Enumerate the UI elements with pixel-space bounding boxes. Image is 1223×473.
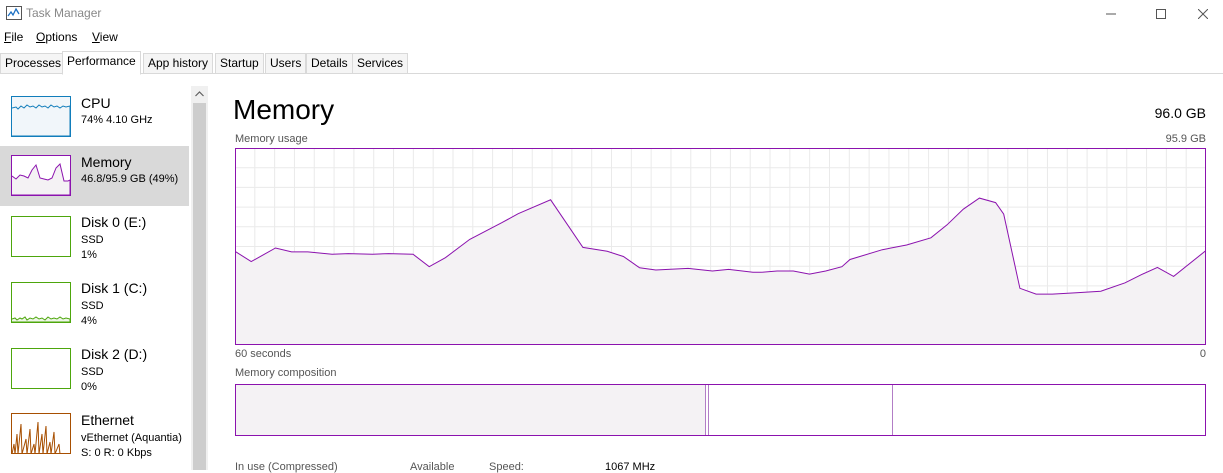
disk-2-label: Disk 2 (D:) [81, 346, 148, 362]
sidebar-item-disk-1[interactable]: Disk 1 (C:) SSD 4% [0, 274, 189, 336]
sidebar-item-cpu[interactable]: CPU 74% 4.10 GHz [0, 86, 189, 144]
tab-bar: Processes Performance App history Startu… [0, 51, 1223, 75]
in-use-compressed-label: In use (Compressed) [235, 461, 338, 473]
memory-label: Memory [81, 154, 132, 170]
sidebar-item-disk-0[interactable]: Disk 0 (E:) SSD 1% [0, 208, 189, 270]
time-right-label: 0 [1199, 348, 1206, 360]
title-bar: Task Manager [0, 0, 1223, 28]
menu-options[interactable]: Options [36, 30, 77, 44]
task-manager-icon [6, 6, 22, 20]
cpu-detail: 74% 4.10 GHz [81, 114, 153, 126]
disk-2-thumbnail [11, 348, 71, 389]
page-title: Memory [233, 94, 335, 125]
memory-detail: 46.8/95.9 GB (49%) [81, 173, 179, 185]
composition-standby[interactable] [709, 385, 893, 435]
disk-0-usage: 1% [81, 249, 97, 261]
sidebar-item-disk-2[interactable]: Disk 2 (D:) SSD 0% [0, 340, 189, 402]
tab-startup[interactable]: Startup [215, 53, 264, 74]
usage-max-label: 95.9 GB [1165, 133, 1206, 145]
menu-view[interactable]: View [92, 30, 118, 44]
menu-file[interactable]: File [4, 30, 23, 44]
speed-value: 1067 MHz [605, 461, 656, 473]
composition-label: Memory composition [235, 367, 337, 379]
close-icon [1198, 9, 1208, 19]
minimize-button[interactable] [1088, 0, 1134, 28]
cpu-label: CPU [81, 95, 111, 111]
sidebar-item-ethernet[interactable]: Ethernet vEthernet (Aquantia) S: 0 R: 0 … [0, 406, 189, 470]
window-title: Task Manager [26, 6, 102, 20]
memory-composition-bar [235, 384, 1206, 436]
minimize-icon [1106, 13, 1116, 15]
tab-app-history[interactable]: App history [143, 53, 214, 74]
time-left-label: 60 seconds [235, 348, 292, 360]
speed-label: Speed: [489, 461, 524, 473]
usage-label: Memory usage [235, 133, 308, 145]
tab-processes[interactable]: Processes [0, 53, 67, 74]
disk-1-label: Disk 1 (C:) [81, 280, 148, 296]
sidebar-item-memory[interactable]: Memory 46.8/95.9 GB (49%) [0, 146, 189, 206]
memory-usage-graph [235, 148, 1206, 345]
disk-1-thumbnail [11, 282, 71, 323]
tab-details[interactable]: Details [306, 53, 353, 74]
disk-2-usage: 0% [81, 381, 97, 393]
ethernet-thumbnail [11, 413, 71, 454]
ethernet-label: Ethernet [81, 412, 134, 428]
total-memory: 96.0 GB [1154, 105, 1206, 121]
tab-performance[interactable]: Performance [62, 51, 141, 75]
scroll-thumb[interactable] [193, 103, 206, 470]
disk-1-usage: 4% [81, 315, 97, 327]
cpu-thumbnail [11, 96, 71, 137]
disk-2-type: SSD [81, 366, 104, 378]
disk-0-label: Disk 0 (E:) [81, 214, 147, 230]
disk-1-type: SSD [81, 300, 104, 312]
disk-0-type: SSD [81, 234, 104, 246]
ethernet-throughput: S: 0 R: 0 Kbps [81, 447, 152, 459]
memory-thumbnail [11, 155, 71, 196]
maximize-icon [1156, 9, 1166, 19]
memory-usage-area [235, 198, 1206, 345]
scroll-up-icon [195, 91, 204, 97]
tab-users[interactable]: Users [265, 53, 307, 74]
maximize-button[interactable] [1138, 0, 1184, 28]
available-label: Available [410, 461, 455, 473]
ethernet-adapter: vEthernet (Aquantia) [81, 432, 182, 444]
composition-in-use[interactable] [236, 385, 706, 435]
disk-0-thumbnail [11, 216, 71, 257]
tab-services[interactable]: Services [352, 53, 409, 74]
close-button[interactable] [1180, 0, 1223, 28]
